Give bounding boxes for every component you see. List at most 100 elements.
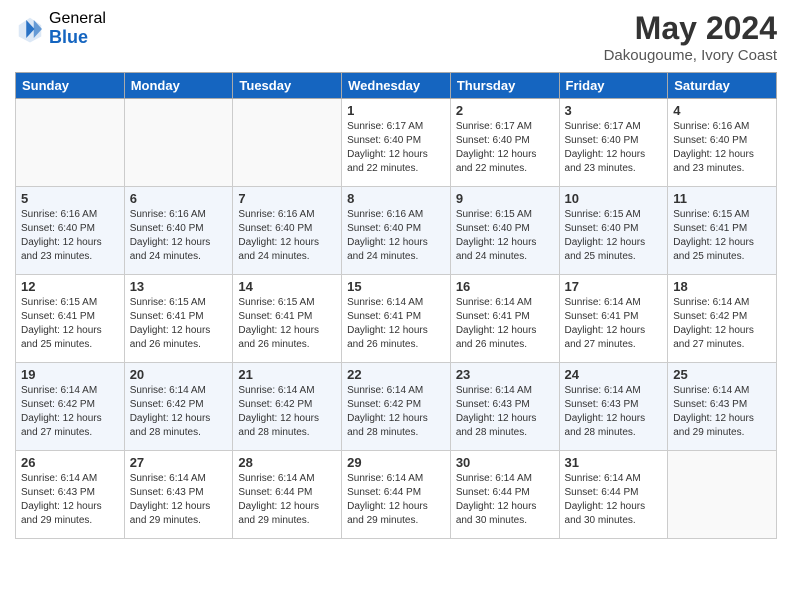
day-number: 17 xyxy=(565,279,663,294)
day-info: Sunrise: 6:16 AM Sunset: 6:40 PM Dayligh… xyxy=(673,120,771,176)
day-number: 23 xyxy=(456,367,554,382)
calendar-cell: 14Sunrise: 6:15 AM Sunset: 6:41 PM Dayli… xyxy=(233,275,342,363)
calendar-cell: 5 Sunrise: 6:16 AM Sunset: 6:40 PM Daylig… xyxy=(16,187,125,275)
day-info: Sunrise: 6:15 AM Sunset: 6:41 PM Dayligh… xyxy=(238,296,336,352)
day-number: 27 xyxy=(130,455,228,470)
calendar-cell: 17 Sunrise: 6:14 AM Sunset: 6:41 PM Dayli… xyxy=(559,275,668,363)
day-number: 21 xyxy=(238,367,336,382)
day-number: 2 xyxy=(456,103,554,118)
day-info: Sunrise: 6:17 AM Sunset: 6:40 PM Dayligh… xyxy=(347,120,445,176)
weekday-header-row: SundayMondayTuesdayWednesdayThursdayFrid… xyxy=(16,73,777,99)
day-info: Sunrise: 6:14 AM Sunset: 6:44 PM Dayligh… xyxy=(347,472,445,528)
logo-blue: Blue xyxy=(49,28,106,48)
day-info: Sunrise: 6:14 AM Sunset: 6:42 PM Dayligh… xyxy=(21,384,119,440)
calendar-cell: 30 Sunrise: 6:14 AM Sunset: 6:44 PM Dayli… xyxy=(450,451,559,539)
day-number: 6 xyxy=(130,191,228,206)
day-info: Sunrise: 6:16 AM Sunset: 6:40 PM Dayligh… xyxy=(238,208,336,264)
main-title: May 2024 xyxy=(604,10,777,47)
day-info: Sunrise: 6:14 AM Sunset: 6:44 PM Dayligh… xyxy=(565,472,663,528)
calendar-cell: 2 Sunrise: 6:17 AM Sunset: 6:40 PM Daylig… xyxy=(450,99,559,187)
calendar-cell: 11 Sunrise: 6:15 AM Sunset: 6:41 PM Dayli… xyxy=(668,187,777,275)
weekday-header-friday: Friday xyxy=(559,73,668,99)
day-info: Sunrise: 6:14 AM Sunset: 6:41 PM Dayligh… xyxy=(347,296,445,352)
day-info: Sunrise: 6:14 AM Sunset: 6:44 PM Dayligh… xyxy=(238,472,336,528)
day-number: 13 xyxy=(130,279,228,294)
day-number: 10 xyxy=(565,191,663,206)
weekday-header-tuesday: Tuesday xyxy=(233,73,342,99)
day-number: 12 xyxy=(21,279,119,294)
day-info: Sunrise: 6:14 AM Sunset: 6:44 PM Dayligh… xyxy=(456,472,554,528)
logo-general: General xyxy=(49,10,106,28)
day-number: 24 xyxy=(565,367,663,382)
subtitle: Dakougoume, Ivory Coast xyxy=(604,47,777,64)
calendar-cell xyxy=(16,99,125,187)
day-info: Sunrise: 6:16 AM Sunset: 6:40 PM Dayligh… xyxy=(21,208,119,264)
header: General Blue May 2024 Dakougoume, Ivory … xyxy=(15,10,777,64)
weekday-header-saturday: Saturday xyxy=(668,73,777,99)
calendar-cell: 25Sunrise: 6:14 AM Sunset: 6:43 PM Dayli… xyxy=(668,363,777,451)
day-info: Sunrise: 6:14 AM Sunset: 6:43 PM Dayligh… xyxy=(456,384,554,440)
calendar-cell: 31 Sunrise: 6:14 AM Sunset: 6:44 PM Dayli… xyxy=(559,451,668,539)
calendar-cell: 9Sunrise: 6:15 AM Sunset: 6:40 PM Daylig… xyxy=(450,187,559,275)
day-info: Sunrise: 6:15 AM Sunset: 6:41 PM Dayligh… xyxy=(673,208,771,264)
calendar: SundayMondayTuesdayWednesdayThursdayFrid… xyxy=(15,72,777,539)
day-number: 19 xyxy=(21,367,119,382)
calendar-cell: 12 Sunrise: 6:15 AM Sunset: 6:41 PM Dayli… xyxy=(16,275,125,363)
generalblue-icon xyxy=(15,14,45,44)
day-number: 16 xyxy=(456,279,554,294)
day-number: 5 xyxy=(21,191,119,206)
calendar-cell: 15 Sunrise: 6:14 AM Sunset: 6:41 PM Dayli… xyxy=(342,275,451,363)
calendar-cell: 29 Sunrise: 6:14 AM Sunset: 6:44 PM Dayli… xyxy=(342,451,451,539)
day-number: 31 xyxy=(565,455,663,470)
calendar-cell: 6 Sunrise: 6:16 AM Sunset: 6:40 PM Daylig… xyxy=(124,187,233,275)
day-info: Sunrise: 6:14 AM Sunset: 6:43 PM Dayligh… xyxy=(130,472,228,528)
day-number: 20 xyxy=(130,367,228,382)
day-number: 25 xyxy=(673,367,771,382)
calendar-cell xyxy=(668,451,777,539)
day-number: 30 xyxy=(456,455,554,470)
day-number: 26 xyxy=(21,455,119,470)
day-number: 11 xyxy=(673,191,771,206)
day-info: Sunrise: 6:15 AM Sunset: 6:41 PM Dayligh… xyxy=(21,296,119,352)
calendar-cell: 13 Sunrise: 6:15 AM Sunset: 6:41 PM Dayli… xyxy=(124,275,233,363)
calendar-cell: 28 Sunrise: 6:14 AM Sunset: 6:44 PM Dayli… xyxy=(233,451,342,539)
calendar-cell: 24Sunrise: 6:14 AM Sunset: 6:43 PM Dayli… xyxy=(559,363,668,451)
weekday-header-wednesday: Wednesday xyxy=(342,73,451,99)
week-row-0: 1Sunrise: 6:17 AM Sunset: 6:40 PM Daylig… xyxy=(16,99,777,187)
week-row-2: 12 Sunrise: 6:15 AM Sunset: 6:41 PM Dayli… xyxy=(16,275,777,363)
day-info: Sunrise: 6:17 AM Sunset: 6:40 PM Dayligh… xyxy=(565,120,663,176)
day-info: Sunrise: 6:16 AM Sunset: 6:40 PM Dayligh… xyxy=(130,208,228,264)
day-number: 7 xyxy=(238,191,336,206)
calendar-cell: 4 Sunrise: 6:16 AM Sunset: 6:40 PM Daylig… xyxy=(668,99,777,187)
day-number: 29 xyxy=(347,455,445,470)
calendar-cell: 1Sunrise: 6:17 AM Sunset: 6:40 PM Daylig… xyxy=(342,99,451,187)
day-info: Sunrise: 6:14 AM Sunset: 6:42 PM Dayligh… xyxy=(347,384,445,440)
calendar-cell: 16 Sunrise: 6:14 AM Sunset: 6:41 PM Dayli… xyxy=(450,275,559,363)
calendar-cell: 23 Sunrise: 6:14 AM Sunset: 6:43 PM Dayli… xyxy=(450,363,559,451)
weekday-header-sunday: Sunday xyxy=(16,73,125,99)
day-info: Sunrise: 6:14 AM Sunset: 6:42 PM Dayligh… xyxy=(238,384,336,440)
day-number: 3 xyxy=(565,103,663,118)
day-number: 4 xyxy=(673,103,771,118)
calendar-cell: 19 Sunrise: 6:14 AM Sunset: 6:42 PM Dayli… xyxy=(16,363,125,451)
day-info: Sunrise: 6:15 AM Sunset: 6:40 PM Dayligh… xyxy=(565,208,663,264)
day-number: 18 xyxy=(673,279,771,294)
title-block: May 2024 Dakougoume, Ivory Coast xyxy=(604,10,777,64)
logo-text: General Blue xyxy=(49,10,106,47)
day-info: Sunrise: 6:15 AM Sunset: 6:40 PM Dayligh… xyxy=(456,208,554,264)
day-info: Sunrise: 6:17 AM Sunset: 6:40 PM Dayligh… xyxy=(456,120,554,176)
day-info: Sunrise: 6:14 AM Sunset: 6:41 PM Dayligh… xyxy=(565,296,663,352)
day-number: 22 xyxy=(347,367,445,382)
calendar-cell: 8 Sunrise: 6:16 AM Sunset: 6:40 PM Daylig… xyxy=(342,187,451,275)
day-number: 15 xyxy=(347,279,445,294)
day-info: Sunrise: 6:14 AM Sunset: 6:41 PM Dayligh… xyxy=(456,296,554,352)
calendar-cell: 18Sunrise: 6:14 AM Sunset: 6:42 PM Dayli… xyxy=(668,275,777,363)
day-info: Sunrise: 6:15 AM Sunset: 6:41 PM Dayligh… xyxy=(130,296,228,352)
day-number: 28 xyxy=(238,455,336,470)
day-info: Sunrise: 6:16 AM Sunset: 6:40 PM Dayligh… xyxy=(347,208,445,264)
week-row-3: 19 Sunrise: 6:14 AM Sunset: 6:42 PM Dayli… xyxy=(16,363,777,451)
calendar-cell xyxy=(233,99,342,187)
day-info: Sunrise: 6:14 AM Sunset: 6:42 PM Dayligh… xyxy=(130,384,228,440)
day-number: 8 xyxy=(347,191,445,206)
calendar-cell: 7 Sunrise: 6:16 AM Sunset: 6:40 PM Daylig… xyxy=(233,187,342,275)
